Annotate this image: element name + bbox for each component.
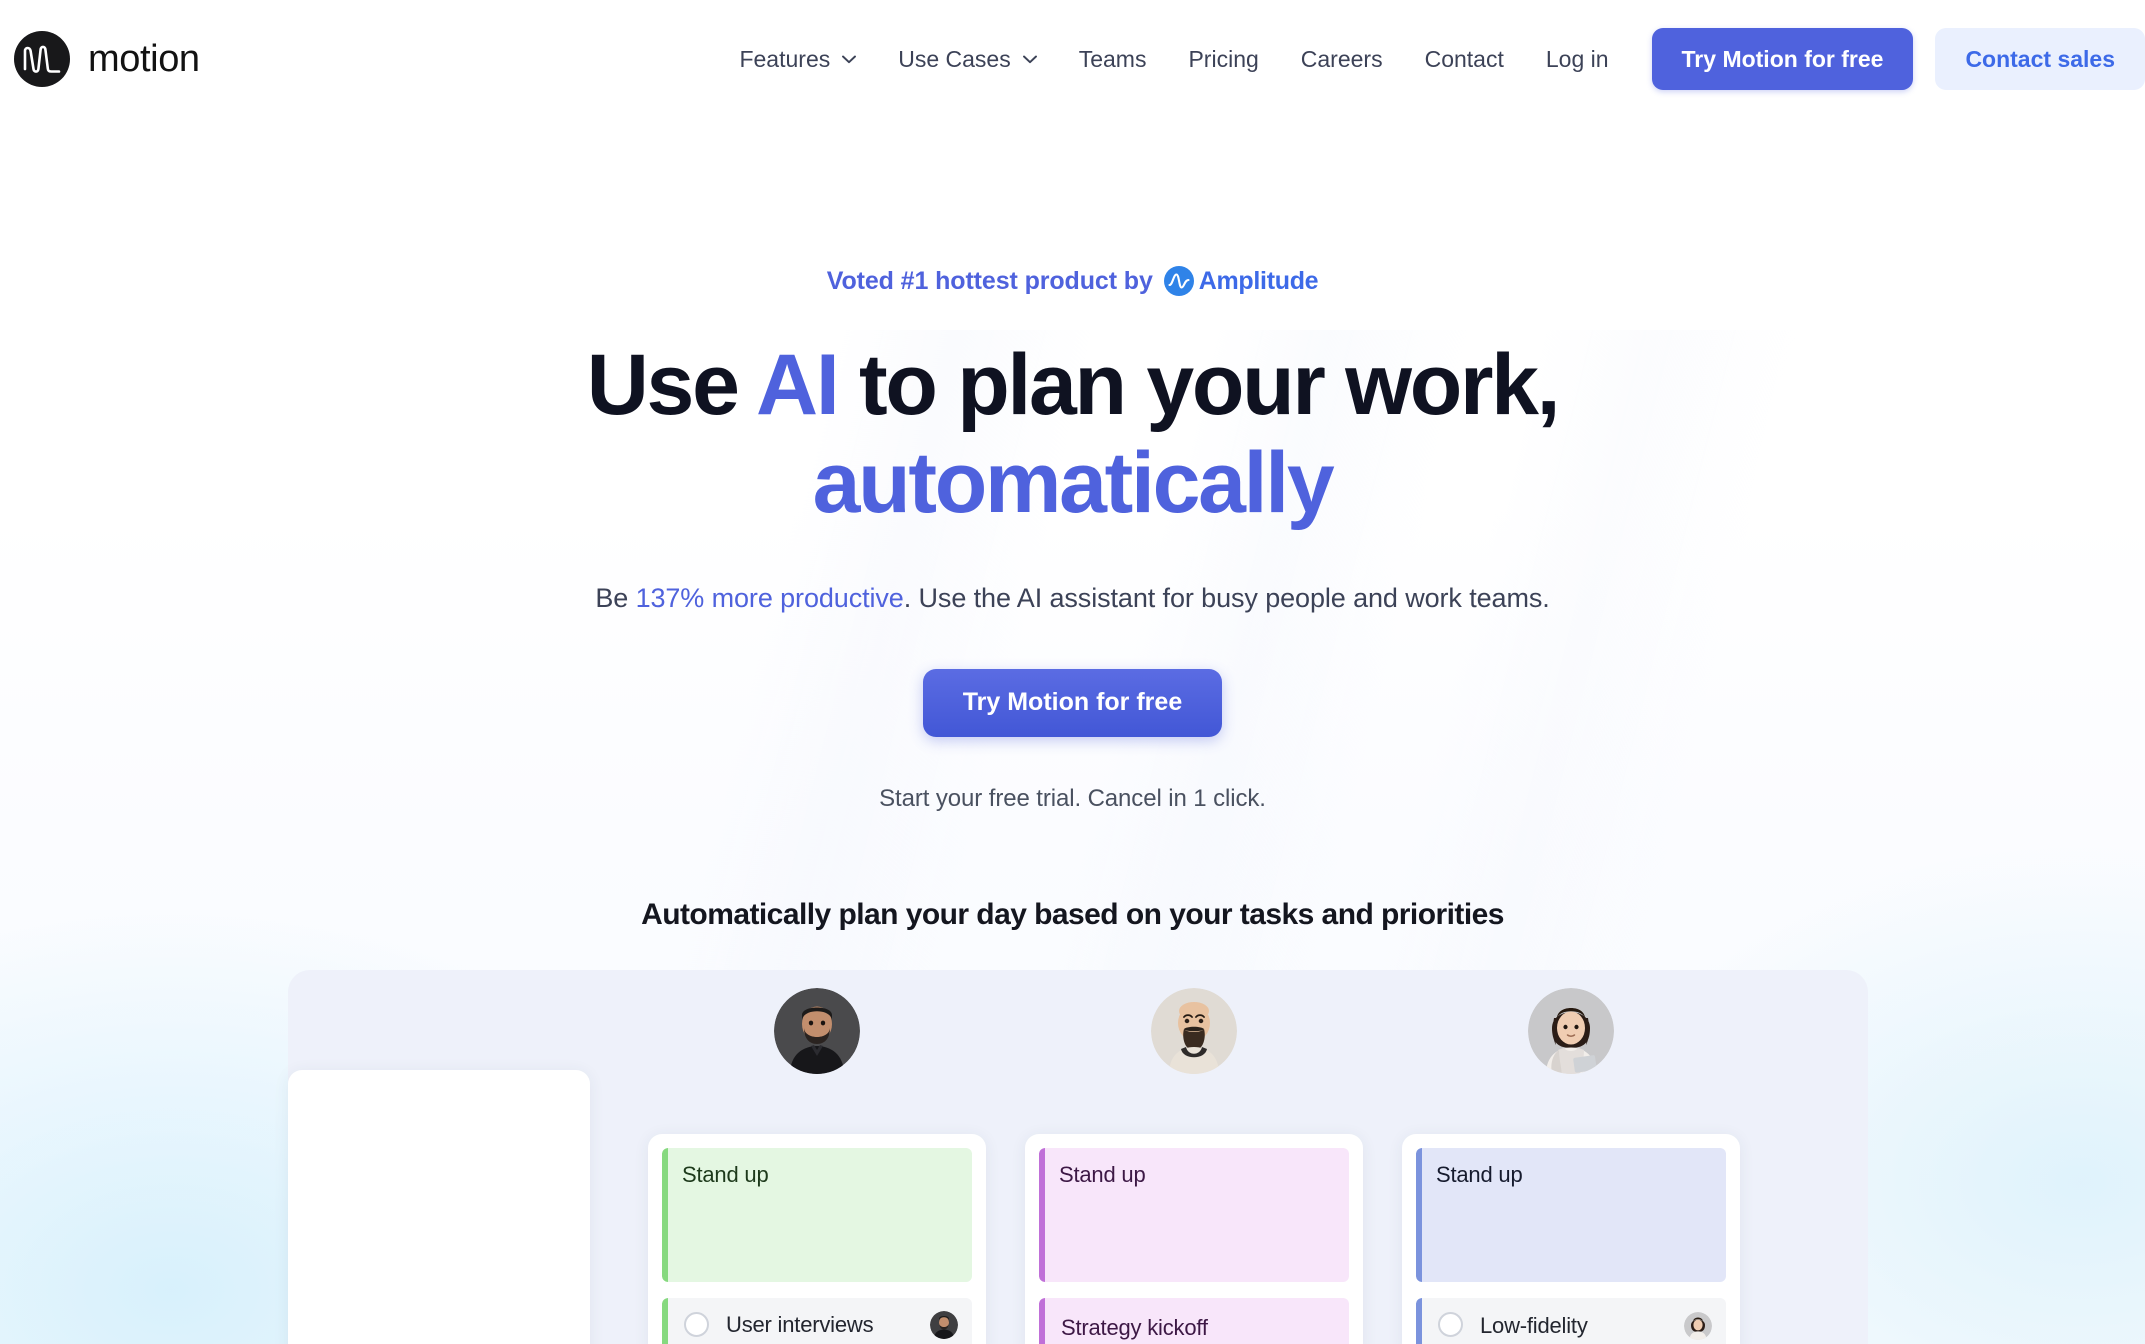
nav-label: Log in bbox=[1545, 45, 1609, 72]
task-color-bar bbox=[1039, 1297, 1045, 1344]
demo-column-2: Stand up Strategy kickoff bbox=[1025, 987, 1363, 1344]
amplitude-wordmark: Amplitude bbox=[1198, 266, 1319, 295]
amplitude-logo: Amplitude bbox=[1163, 266, 1319, 296]
nav-item-login[interactable]: Log in bbox=[1525, 36, 1630, 83]
hero-section: Voted #1 hottest product by Amplitude Us… bbox=[0, 118, 2145, 813]
nav-item-contact[interactable]: Contact bbox=[1404, 36, 1525, 83]
demo-sidebar-card bbox=[288, 1069, 590, 1344]
section-title: Automatically plan your day based on you… bbox=[641, 897, 1504, 931]
task-title: User interviews bbox=[726, 1311, 874, 1337]
event-color-bar bbox=[1416, 1147, 1422, 1282]
demo-card-2: Stand up Strategy kickoff bbox=[1025, 1133, 1363, 1344]
task-item[interactable]: Strategy kickoff bbox=[1039, 1297, 1349, 1344]
demo-columns: Stand up User interviews Stand up Strate… bbox=[648, 987, 1740, 1344]
brand-name: motion bbox=[88, 37, 200, 80]
avatar-person-3 bbox=[1528, 987, 1614, 1074]
task-checkbox[interactable] bbox=[684, 1312, 709, 1338]
page-root: motion Features Use Cases Teams Pricing bbox=[0, 0, 2145, 1344]
calendar-event-standup[interactable]: Stand up bbox=[1039, 1147, 1349, 1282]
headline-accent-ai: AI bbox=[756, 337, 840, 433]
headline-part-1: Use bbox=[586, 337, 757, 433]
event-label: Stand up bbox=[1059, 1161, 1146, 1187]
task-color-bar bbox=[1416, 1297, 1422, 1344]
nav-label: Features bbox=[739, 45, 831, 72]
demo-preview: Stand up User interviews Stand up Strate… bbox=[0, 969, 2145, 1344]
hero-cta-wrapper: Try Motion for free bbox=[0, 668, 2145, 737]
task-color-bar bbox=[662, 1297, 668, 1344]
task-assignee-avatar bbox=[930, 1310, 958, 1339]
header-contact-sales-button[interactable]: Contact sales bbox=[1935, 28, 2145, 90]
nav-label: Contact bbox=[1424, 45, 1504, 72]
award-badge-text: Voted #1 hottest product by bbox=[826, 266, 1153, 295]
motion-logo-icon bbox=[14, 31, 70, 87]
event-label: Stand up bbox=[1436, 1161, 1523, 1187]
nav-label: Careers bbox=[1300, 45, 1383, 72]
subtitle-part-2: . Use the AI assistant for busy people a… bbox=[903, 582, 1550, 613]
nav-label: Pricing bbox=[1188, 45, 1259, 72]
task-assignee-avatar bbox=[1684, 1311, 1712, 1340]
nav-label: Use Cases bbox=[898, 45, 1011, 72]
task-item[interactable]: Low-fidelity bbox=[1416, 1297, 1726, 1344]
header-try-motion-button[interactable]: Try Motion for free bbox=[1651, 28, 1914, 90]
demo-card-1: Stand up User interviews bbox=[648, 1133, 986, 1344]
demo-column-3: Stand up Low-fidelity bbox=[1402, 987, 1740, 1344]
subtitle-accent: 137% more productive bbox=[635, 582, 904, 613]
event-color-bar bbox=[1039, 1147, 1045, 1282]
headline-line-2: automatically bbox=[812, 435, 1335, 532]
event-label: Stand up bbox=[682, 1161, 769, 1187]
avatar-person-2 bbox=[1151, 987, 1237, 1074]
hero-subtitle: Be 137% more productive. Use the AI assi… bbox=[0, 583, 2145, 614]
demo-column-1: Stand up User interviews bbox=[648, 987, 986, 1344]
nav-label: Teams bbox=[1078, 45, 1147, 72]
chevron-down-icon bbox=[1022, 55, 1037, 63]
task-item[interactable]: User interviews bbox=[662, 1297, 972, 1344]
task-title: Low-fidelity bbox=[1480, 1312, 1588, 1338]
nav-item-teams[interactable]: Teams bbox=[1058, 36, 1168, 83]
nav-item-careers[interactable]: Careers bbox=[1280, 36, 1404, 83]
main-navigation: Features Use Cases Teams Pricing Careers bbox=[718, 0, 2145, 118]
event-color-bar bbox=[662, 1147, 668, 1282]
award-badge: Voted #1 hottest product by Amplitude bbox=[0, 266, 2145, 296]
avatar-person-1 bbox=[774, 987, 860, 1074]
chevron-down-icon bbox=[842, 55, 857, 63]
subtitle-part-1: Be bbox=[595, 582, 636, 613]
amplitude-mark-icon bbox=[1163, 266, 1194, 296]
task-checkbox[interactable] bbox=[1438, 1311, 1463, 1337]
site-header: motion Features Use Cases Teams Pricing bbox=[0, 0, 2145, 118]
hero-try-motion-button[interactable]: Try Motion for free bbox=[922, 668, 1223, 737]
page-title: Use AI to plan your work, automatically bbox=[0, 340, 2145, 529]
nav-item-features[interactable]: Features bbox=[718, 36, 877, 83]
calendar-event-standup[interactable]: Stand up bbox=[662, 1147, 972, 1282]
brand-logo[interactable]: motion bbox=[14, 0, 200, 118]
nav-item-use-cases[interactable]: Use Cases bbox=[877, 36, 1057, 83]
trial-note: Start your free trial. Cancel in 1 click… bbox=[879, 784, 1266, 812]
nav-item-pricing[interactable]: Pricing bbox=[1167, 36, 1279, 83]
headline-part-2: to plan your work, bbox=[837, 337, 1561, 433]
task-title: Strategy kickoff bbox=[1061, 1314, 1208, 1340]
calendar-event-standup[interactable]: Stand up bbox=[1416, 1147, 1726, 1282]
demo-card-3: Stand up Low-fidelity bbox=[1402, 1133, 1740, 1344]
